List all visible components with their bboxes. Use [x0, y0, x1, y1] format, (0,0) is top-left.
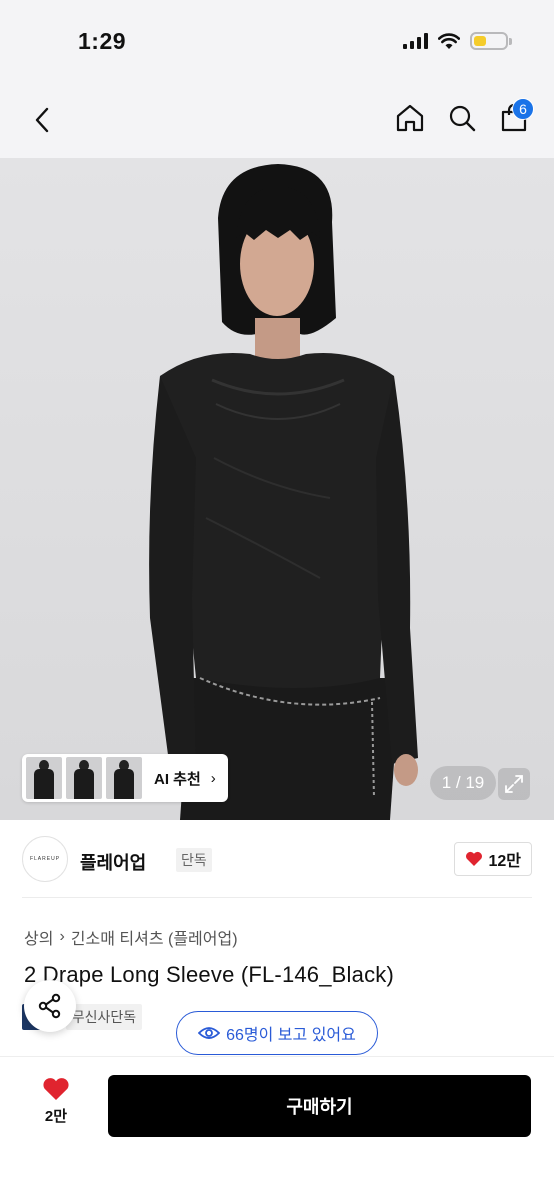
wifi-icon	[438, 32, 460, 49]
product-title: 2 Drape Long Sleeve (FL-146_Black)	[24, 962, 395, 987]
share-icon	[38, 993, 61, 1019]
product-photo	[149, 164, 418, 820]
chevron-right-icon: ›	[59, 928, 65, 945]
wishlist-button[interactable]: 2만	[36, 1077, 76, 1126]
bottom-action-bar: 2만 구매하기	[0, 1056, 554, 1200]
cellular-signal-icon	[403, 33, 428, 49]
cart-count-badge: 6	[512, 98, 534, 120]
breadcrumb: 상의 › 긴소매 티셔츠 (플레어업)	[24, 925, 238, 949]
status-bar: 1:29	[0, 0, 554, 80]
ai-recommend-label: AI 추천	[154, 770, 201, 788]
thumbnail-image	[106, 757, 142, 799]
brand-logo[interactable]: FLAREUP	[22, 836, 68, 882]
exclusive-tag: 단독	[176, 848, 212, 872]
brand-like-button[interactable]: 12만	[454, 842, 532, 876]
chevron-left-icon	[35, 107, 49, 133]
brand-like-count: 12만	[488, 853, 521, 870]
heart-icon	[466, 851, 483, 866]
thumbnail-image	[66, 757, 102, 799]
eye-icon	[198, 1027, 221, 1039]
expand-button[interactable]	[498, 768, 530, 800]
viewers-indicator: 66명이 보고 있어요	[176, 1011, 378, 1055]
thumbnail-image	[26, 757, 62, 799]
expand-icon	[505, 775, 523, 793]
cart-button[interactable]: 6	[498, 98, 534, 136]
product-image-gallery[interactable]: AI 추천 › 1 / 19	[0, 158, 554, 820]
buy-button[interactable]: 구매하기	[108, 1075, 531, 1137]
search-button[interactable]	[446, 100, 478, 136]
ai-recommend-button[interactable]: AI 추천 ›	[22, 754, 228, 802]
battery-icon	[470, 32, 512, 50]
status-time: 1:29	[78, 28, 127, 54]
breadcrumb-item[interactable]: 긴소매 티셔츠 (플레어업)	[71, 925, 238, 949]
back-button[interactable]	[26, 102, 58, 138]
status-icons	[403, 32, 512, 50]
wishlist-count: 2만	[44, 1108, 68, 1125]
home-icon	[396, 104, 424, 132]
viewers-text: 66명이 보고 있어요	[226, 1027, 356, 1044]
image-counter: 1 / 19	[430, 766, 496, 800]
search-icon	[449, 105, 476, 132]
nav-bar: 6	[0, 80, 554, 158]
brand-name[interactable]: 플레어업	[80, 849, 146, 875]
brand-row[interactable]: FLAREUP 플레어업 단독 12만	[22, 822, 532, 898]
chevron-right-icon: ›	[210, 769, 216, 787]
home-button[interactable]	[394, 100, 426, 136]
breadcrumb-item[interactable]: 상의	[24, 925, 53, 949]
nav-actions: 6	[394, 98, 534, 136]
heart-icon	[43, 1078, 69, 1100]
product-tag: 무신사단독	[65, 1004, 143, 1030]
share-button[interactable]	[24, 980, 76, 1032]
